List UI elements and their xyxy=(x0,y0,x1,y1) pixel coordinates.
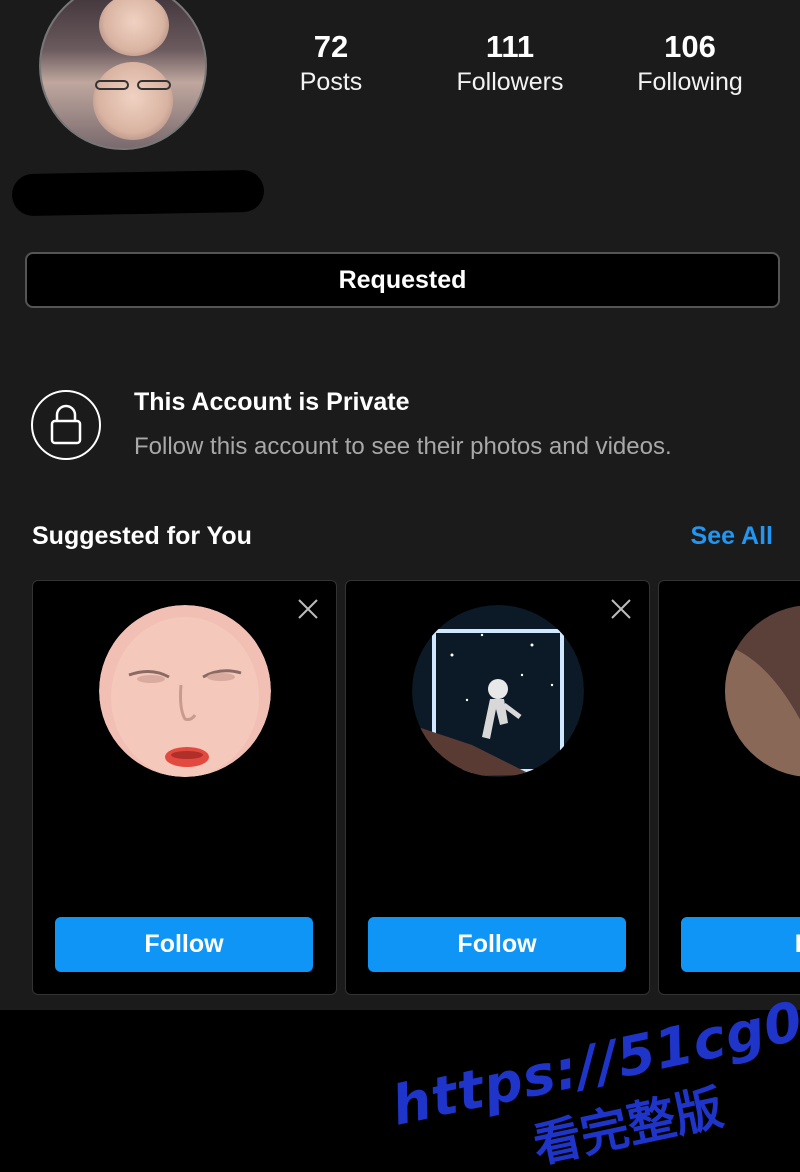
stat-following[interactable]: 106 Following xyxy=(610,28,770,98)
private-subtitle: Follow this account to see their photos … xyxy=(134,433,672,460)
private-title: This Account is Private xyxy=(134,388,410,416)
requested-button[interactable]: Requested xyxy=(25,252,780,308)
stat-value: 72 xyxy=(313,29,349,64)
stat-label: Following xyxy=(637,68,743,96)
suggestion-avatar[interactable] xyxy=(412,605,584,777)
lock-icon xyxy=(31,390,101,460)
suggestion-avatar[interactable] xyxy=(725,605,800,777)
see-all-link[interactable]: See All xyxy=(691,522,773,551)
close-icon[interactable] xyxy=(296,597,320,621)
stat-followers[interactable]: 111 Followers xyxy=(430,28,590,98)
stat-value: 111 xyxy=(485,29,535,64)
redacted-username xyxy=(11,169,265,217)
profile-stats: 72 Posts 111 Followers 106 Following xyxy=(260,28,800,108)
suggestion-avatar[interactable] xyxy=(99,605,271,777)
profile-area: 72 Posts 111 Followers 106 Following Req… xyxy=(0,0,800,1010)
stat-posts[interactable]: 72 Posts xyxy=(251,28,411,98)
stat-label: Followers xyxy=(456,68,564,96)
stat-label: Posts xyxy=(299,68,363,96)
stat-value: 106 xyxy=(664,29,716,64)
screen: 72 Posts 111 Followers 106 Following Req… xyxy=(0,0,800,1172)
suggested-title: Suggested for You xyxy=(32,522,252,550)
follow-button[interactable]: Follow xyxy=(55,917,313,972)
suggestion-card[interactable]: Follow xyxy=(345,580,650,995)
suggestion-card[interactable]: Follow xyxy=(32,580,337,995)
close-icon[interactable] xyxy=(609,597,633,621)
profile-avatar[interactable] xyxy=(39,0,207,150)
